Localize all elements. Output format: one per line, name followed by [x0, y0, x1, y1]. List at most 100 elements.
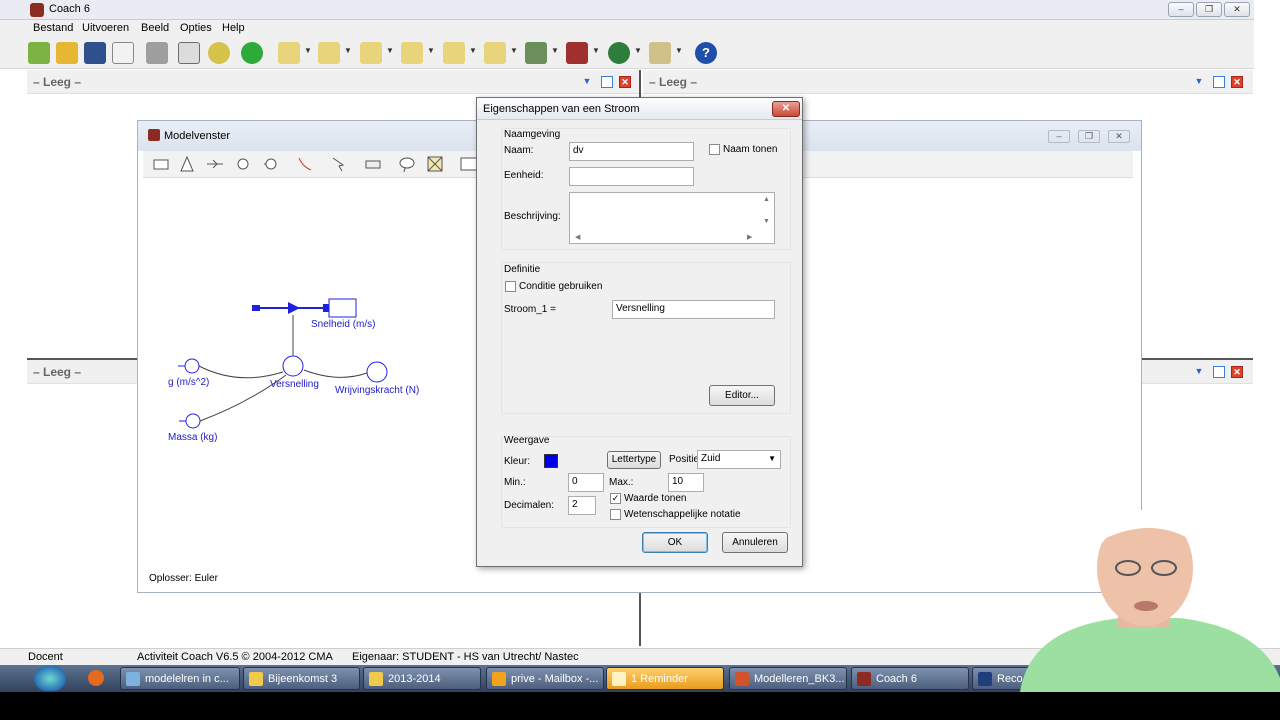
- start-button[interactable]: [34, 666, 66, 691]
- video-icon[interactable]: [566, 42, 588, 64]
- chevron-down-icon[interactable]: ▼: [304, 46, 312, 55]
- positie-select[interactable]: Zuid ▼: [697, 450, 781, 469]
- menu-help[interactable]: Help: [222, 22, 245, 34]
- const-g[interactable]: [184, 358, 200, 374]
- maximize-icon[interactable]: [1213, 76, 1225, 88]
- annuleren-button[interactable]: Annuleren: [722, 532, 788, 553]
- naam-label: Naam:: [504, 145, 534, 156]
- stroom-formula-input[interactable]: Versnelling: [612, 300, 775, 319]
- chevron-down-icon[interactable]: ▼: [551, 46, 559, 55]
- chart-icon[interactable]: [360, 42, 382, 64]
- naam-tonen-checkbox[interactable]: [709, 144, 720, 155]
- run-icon[interactable]: [241, 42, 263, 64]
- menu-beeld[interactable]: Beeld: [141, 22, 169, 34]
- dialog-close-button[interactable]: ✕: [772, 101, 800, 117]
- chevron-down-icon[interactable]: ▼: [581, 76, 593, 88]
- new-icon[interactable]: [28, 42, 50, 64]
- model-mode-icon[interactable]: [178, 42, 200, 64]
- scroll-right-icon[interactable]: ▶: [747, 233, 752, 241]
- pointer-tool-icon[interactable]: [329, 155, 349, 173]
- activity-icon[interactable]: [112, 42, 134, 64]
- chevron-down-icon[interactable]: ▼: [634, 46, 642, 55]
- aux-versnelling[interactable]: [282, 355, 304, 377]
- close-button[interactable]: ✕: [1224, 2, 1250, 17]
- eenheid-input[interactable]: [569, 167, 694, 186]
- close-icon[interactable]: ✕: [1108, 130, 1130, 143]
- chevron-down-icon[interactable]: ▼: [344, 46, 352, 55]
- conditie-checkbox[interactable]: [505, 281, 516, 292]
- chevron-down-icon[interactable]: ▼: [386, 46, 394, 55]
- help-icon[interactable]: ?: [695, 42, 717, 64]
- diagram-icon[interactable]: [443, 42, 465, 64]
- waarde-tonen-checkbox[interactable]: ✓: [610, 493, 621, 504]
- aux-wrijvingskracht[interactable]: [366, 361, 388, 383]
- abc-text-icon[interactable]: [649, 42, 671, 64]
- browser-icon[interactable]: [608, 42, 630, 64]
- restore-button[interactable]: ❐: [1196, 2, 1222, 17]
- scroll-left-icon[interactable]: ◀: [575, 233, 580, 241]
- taskbar-item[interactable]: prive - Mailbox -...: [486, 667, 604, 690]
- solver-label: Oplosser: Euler: [149, 573, 218, 584]
- minimize-icon[interactable]: –: [1048, 130, 1070, 143]
- taskbar-item[interactable]: Coach 6: [851, 667, 969, 690]
- minimize-button[interactable]: –: [1168, 2, 1194, 17]
- taskbar-item[interactable]: modelelren in c...: [120, 667, 240, 690]
- chevron-down-icon[interactable]: ▼: [427, 46, 435, 55]
- frame-tool-icon[interactable]: [425, 155, 445, 173]
- min-input[interactable]: 0: [568, 473, 604, 492]
- rectangle-tool-icon[interactable]: [363, 155, 383, 173]
- lettertype-button[interactable]: Lettertype: [607, 451, 661, 469]
- menu-opties[interactable]: Opties: [180, 22, 212, 34]
- decimalen-input[interactable]: 2: [568, 496, 596, 515]
- close-icon[interactable]: ✕: [619, 76, 631, 88]
- open-folder-icon[interactable]: [56, 42, 78, 64]
- ok-button[interactable]: OK: [642, 532, 708, 553]
- scroll-down-icon[interactable]: ▼: [763, 218, 770, 225]
- const-massa[interactable]: [185, 413, 201, 429]
- maximize-icon[interactable]: [601, 76, 613, 88]
- table-icon[interactable]: [401, 42, 423, 64]
- save-icon[interactable]: [84, 42, 106, 64]
- stock-snelheid[interactable]: [328, 298, 357, 318]
- chevron-down-icon[interactable]: ▼: [592, 46, 600, 55]
- chevron-down-icon[interactable]: ▼: [1193, 76, 1205, 88]
- constant-tool-icon[interactable]: [261, 155, 281, 173]
- flow-valve-icon[interactable]: [288, 302, 300, 314]
- max-input[interactable]: 10: [668, 473, 704, 492]
- taskbar-item[interactable]: Bijeenkomst 3: [243, 667, 360, 690]
- menu-bar: Bestand Uitvoeren Beeld Opties Help: [0, 20, 1254, 37]
- comment-tool-icon[interactable]: [397, 155, 417, 173]
- taskbar-item[interactable]: 1 Reminder: [606, 667, 724, 690]
- restore-icon[interactable]: ❐: [1078, 130, 1100, 143]
- text-icon[interactable]: [484, 42, 506, 64]
- image-icon[interactable]: [525, 42, 547, 64]
- valve-tool-icon[interactable]: [205, 155, 225, 173]
- timer-icon[interactable]: [208, 42, 230, 64]
- chevron-down-icon[interactable]: ▼: [675, 46, 683, 55]
- auxiliary-tool-icon[interactable]: [233, 155, 253, 173]
- naam-input[interactable]: dv: [569, 142, 694, 161]
- graph-icon[interactable]: [278, 42, 300, 64]
- beschrijving-textarea[interactable]: [569, 192, 775, 244]
- flow-tool-icon[interactable]: [177, 155, 197, 173]
- chevron-down-icon[interactable]: ▼: [1193, 366, 1205, 378]
- wetenschappelijk-checkbox[interactable]: [610, 509, 621, 520]
- chevron-down-icon[interactable]: ▼: [510, 46, 518, 55]
- taskbar-item[interactable]: 2013-2014: [363, 667, 481, 690]
- close-icon[interactable]: ✕: [1231, 76, 1243, 88]
- meter-icon[interactable]: [318, 42, 340, 64]
- editor-button[interactable]: Editor...: [709, 385, 775, 406]
- stock-tool-icon[interactable]: [151, 155, 171, 173]
- scroll-up-icon[interactable]: ▲: [763, 196, 770, 203]
- chevron-down-icon[interactable]: ▼: [469, 46, 477, 55]
- menu-uitvoeren[interactable]: Uitvoeren: [82, 22, 129, 34]
- connector-tool-icon[interactable]: [295, 155, 315, 173]
- print-icon[interactable]: [146, 42, 168, 64]
- menu-bestand[interactable]: Bestand: [33, 22, 73, 34]
- firefox-icon[interactable]: [88, 670, 104, 686]
- taskbar-item[interactable]: Modelleren_BK3...: [729, 667, 847, 690]
- flow-source[interactable]: [252, 305, 260, 311]
- color-swatch[interactable]: [544, 454, 558, 468]
- maximize-icon[interactable]: [1213, 366, 1225, 378]
- close-icon[interactable]: ✕: [1231, 366, 1243, 378]
